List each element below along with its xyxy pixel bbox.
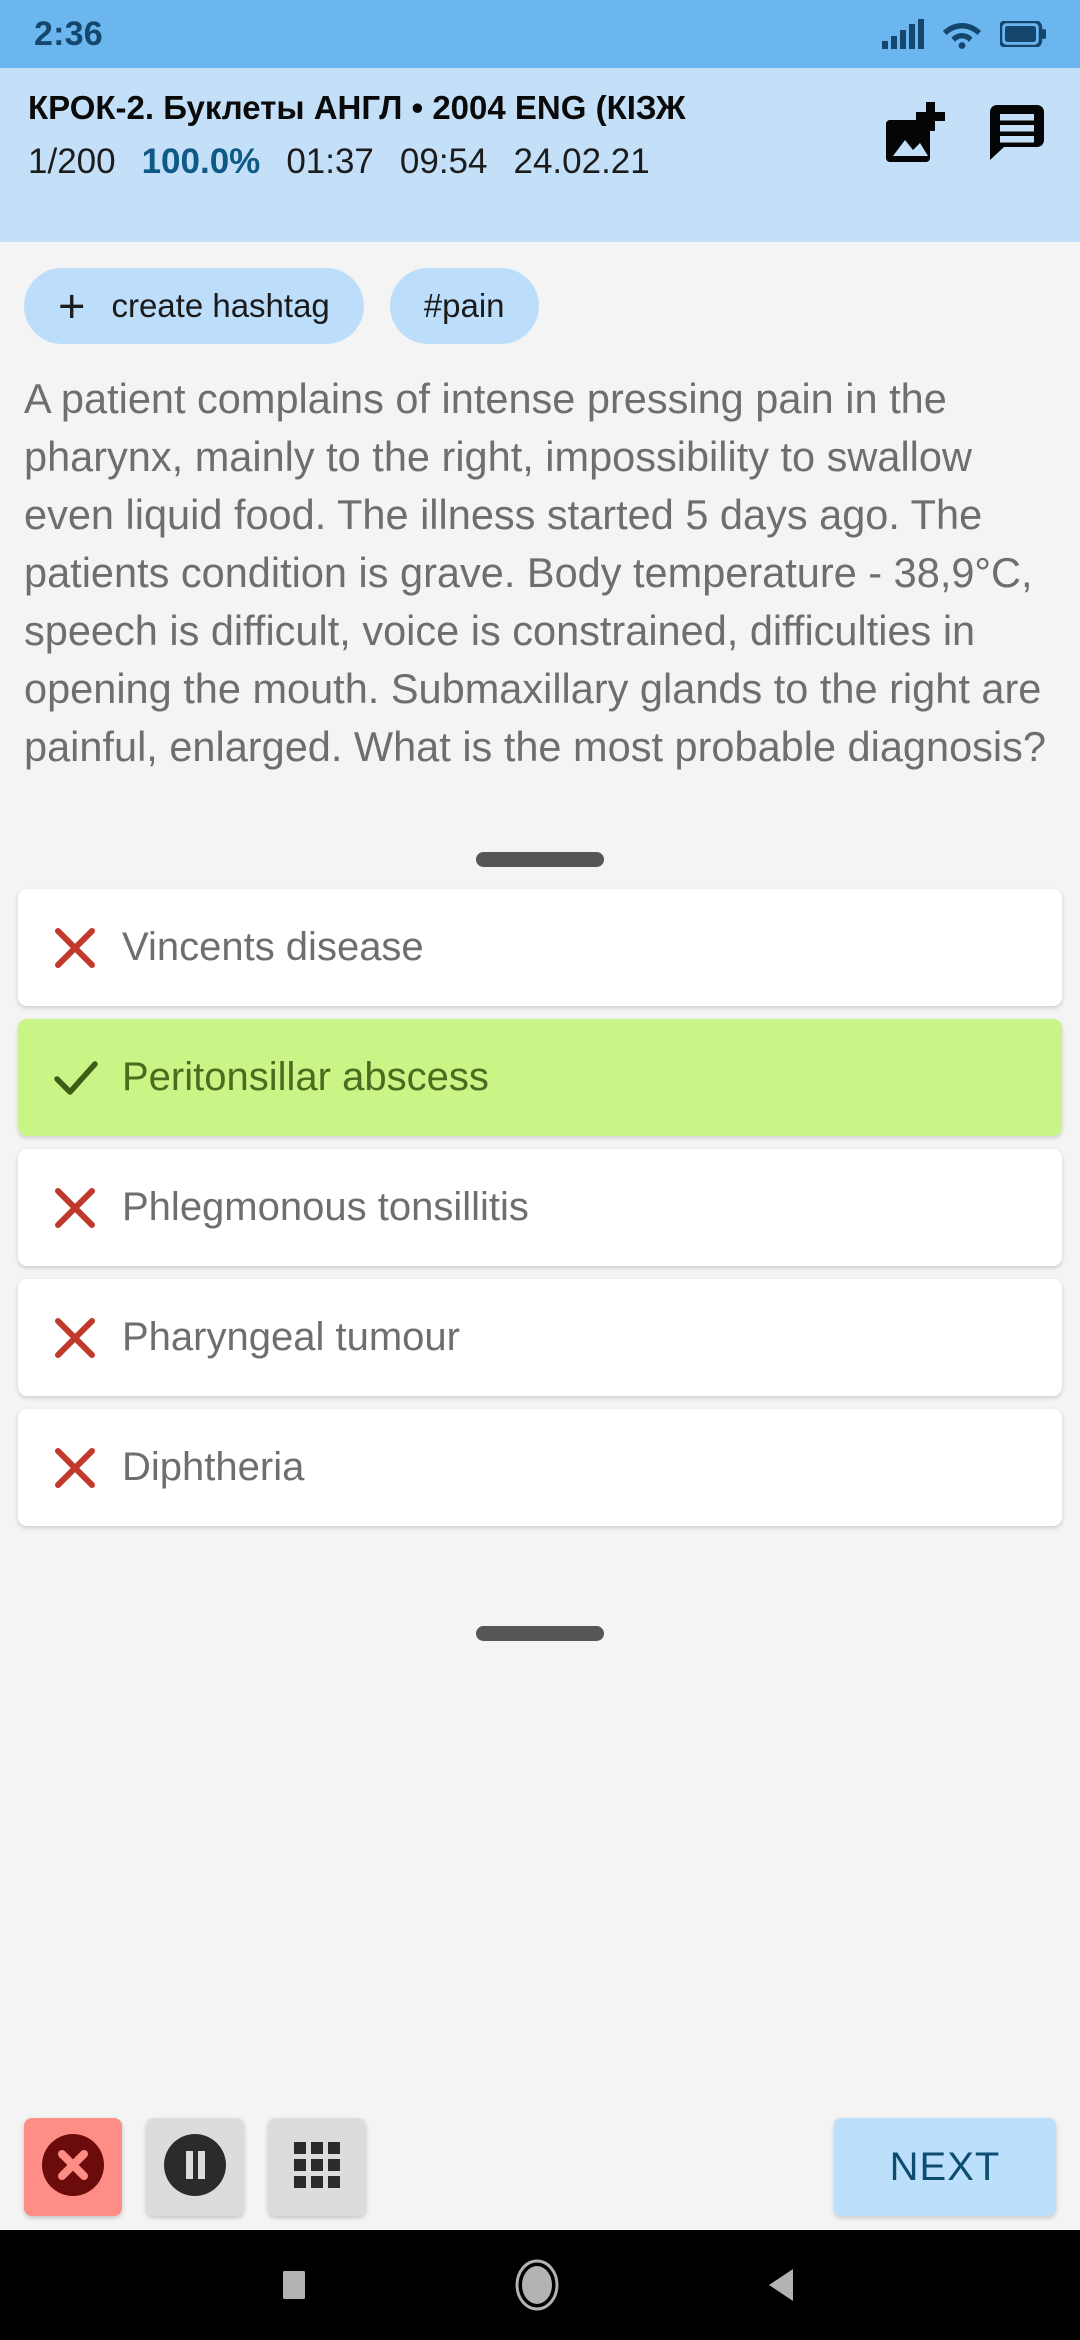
answer-option-label: Peritonsillar abscess xyxy=(122,1055,489,1099)
status-bar-icons xyxy=(882,19,1046,49)
answer-option[interactable]: Pharyngeal tumour xyxy=(18,1279,1062,1396)
stat-progress: 1/200 xyxy=(28,141,116,181)
check-icon xyxy=(52,1055,122,1101)
comment-icon[interactable] xyxy=(982,100,1046,164)
answer-option[interactable]: Phlegmonous tonsillitis xyxy=(18,1149,1062,1266)
circle-icon[interactable] xyxy=(511,2255,563,2315)
stop-button[interactable] xyxy=(24,2118,122,2216)
pause-button[interactable] xyxy=(146,2118,244,2216)
status-time: 2:36 xyxy=(34,14,103,53)
status-bar: 2:36 xyxy=(0,0,1080,68)
hashtag-bar: + create hashtag #pain xyxy=(0,242,1080,360)
drag-handle-top-wrap xyxy=(0,852,1080,867)
signal-icon xyxy=(882,19,924,49)
drag-handle-bottom[interactable] xyxy=(476,1626,604,1641)
app-header: КРОК-2. Буклеты АНГЛ • 2004 ENG (КІЗЖ 1/… xyxy=(0,68,1080,242)
create-hashtag-chip[interactable]: + create hashtag xyxy=(24,268,364,344)
answer-option-label: Diphtheria xyxy=(122,1445,305,1489)
header-actions xyxy=(856,84,1052,166)
hashtag-label: #pain xyxy=(423,287,505,324)
stop-circle-x-icon xyxy=(37,2129,109,2206)
grid-icon xyxy=(286,2134,348,2201)
session-stats: 1/200 100.0% 01:37 09:54 24.02.21 xyxy=(28,142,856,182)
wifi-icon xyxy=(942,19,982,49)
bottom-toolbar: NEXT xyxy=(0,2118,1080,2216)
create-hashtag-label: create hashtag xyxy=(111,287,330,324)
hashtag-chip-pain[interactable]: #pain xyxy=(389,268,539,344)
phone-screen: 2:36 КРОК-2. Буклеты АНГЛ • 2004 ENG (КІ… xyxy=(0,0,1080,2340)
answer-option[interactable]: Peritonsillar abscess xyxy=(18,1019,1062,1136)
drag-handle-top[interactable] xyxy=(476,852,604,867)
cross-icon xyxy=(52,1185,122,1231)
answer-option-label: Phlegmonous tonsillitis xyxy=(122,1185,529,1229)
drag-handle-bottom-wrap xyxy=(0,1626,1080,1641)
stat-date: 24.02.21 xyxy=(513,141,650,181)
pause-icon xyxy=(159,2129,231,2206)
triangle-back-icon[interactable] xyxy=(763,2263,803,2307)
answer-option-label: Vincents disease xyxy=(122,925,424,969)
stat-total: 09:54 xyxy=(399,141,488,181)
square-icon[interactable] xyxy=(277,2263,311,2307)
stat-percent: 100.0% xyxy=(141,141,261,181)
answer-options: Vincents disease Peritonsillar abscess P… xyxy=(0,889,1080,1526)
next-button-label: NEXT xyxy=(889,2144,1001,2189)
stat-elapsed: 01:37 xyxy=(286,141,374,181)
answer-option-label: Pharyngeal tumour xyxy=(122,1315,460,1359)
cross-icon xyxy=(52,1445,122,1491)
page-title: КРОК-2. Буклеты АНГЛ • 2004 ENG (КІЗЖ xyxy=(28,89,686,126)
add-image-icon[interactable] xyxy=(878,98,946,166)
android-nav-bar xyxy=(0,2230,1080,2340)
cross-icon xyxy=(52,1315,122,1361)
battery-icon xyxy=(1000,21,1046,47)
cross-icon xyxy=(52,925,122,971)
grid-button[interactable] xyxy=(268,2118,366,2216)
answer-option[interactable]: Diphtheria xyxy=(18,1409,1062,1526)
header-text-block: КРОК-2. Буклеты АНГЛ • 2004 ENG (КІЗЖ 1/… xyxy=(28,84,856,182)
answer-option[interactable]: Vincents disease xyxy=(18,889,1062,1006)
question-text: A patient complains of intense pressing … xyxy=(24,375,1046,770)
next-button[interactable]: NEXT xyxy=(834,2118,1056,2216)
